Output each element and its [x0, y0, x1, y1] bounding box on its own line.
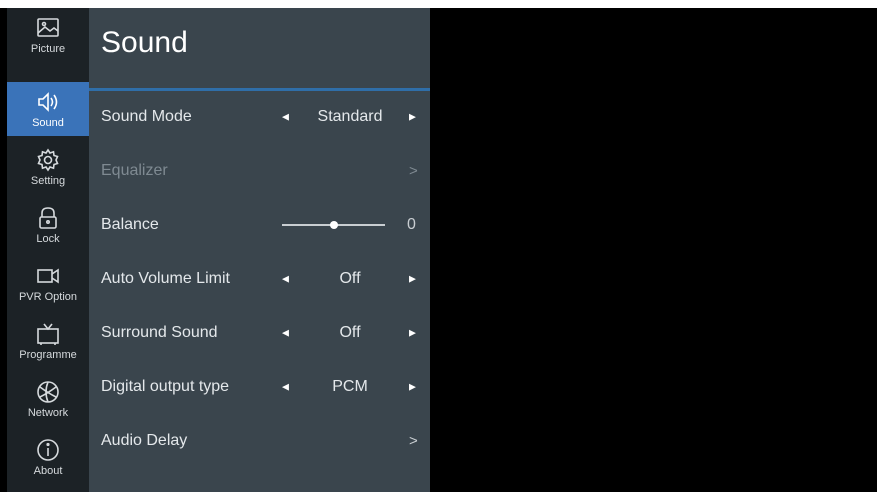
gear-icon	[37, 148, 59, 172]
row-value: Off	[339, 324, 361, 341]
sidebar-item-setting[interactable]: Setting	[7, 140, 89, 194]
tv-icon	[37, 323, 59, 345]
info-icon	[37, 439, 59, 461]
speaker-icon	[38, 92, 58, 112]
picture-icon	[37, 18, 59, 37]
sidebar-item-programme[interactable]: Programme	[7, 314, 89, 368]
arrow-left-icon[interactable]: ◀	[282, 274, 289, 285]
menu-row-balance[interactable]: Balance 0	[89, 198, 430, 252]
sidebar-item-label: PVR Option	[18, 291, 78, 303]
sidebar-item-label: Sound	[32, 117, 64, 129]
camera-icon	[37, 268, 59, 284]
arrow-right-icon[interactable]: ▶	[409, 382, 416, 393]
arrow-right-icon[interactable]: ▶	[409, 112, 416, 123]
arrow-left-icon[interactable]: ◀	[282, 382, 289, 393]
arrow-left-icon[interactable]: ◀	[282, 328, 289, 339]
arrow-right-icon[interactable]: ▶	[409, 328, 416, 339]
row-value: Off	[339, 270, 361, 287]
tv-screen: Picture Sound Setting Lock PVR Option Pr…	[0, 8, 877, 492]
row-value: Standard	[317, 108, 383, 125]
sidebar-item-label: Lock	[36, 233, 60, 245]
balance-slider[interactable]	[282, 221, 385, 229]
globe-icon	[37, 381, 59, 403]
sidebar-item-about[interactable]: About	[7, 430, 89, 484]
sidebar-item-pvr-option[interactable]: PVR Option	[7, 256, 89, 310]
row-label: Balance	[101, 216, 159, 233]
sidebar-item-label: Picture	[30, 43, 66, 55]
sidebar-item-label: Programme	[19, 349, 77, 361]
chevron-right-icon: >	[409, 432, 418, 450]
menu-row-equalizer[interactable]: Equalizer >	[89, 144, 430, 198]
menu-row-auto-volume-limit[interactable]: Auto Volume Limit ◀ Off ▶	[89, 252, 430, 306]
sidebar-item-label: Setting	[30, 175, 66, 187]
menu-row-digital-output-type[interactable]: Digital output type ◀ PCM ▶	[89, 360, 430, 414]
chevron-right-icon: >	[409, 162, 418, 180]
sidebar-item-sound[interactable]: Sound	[7, 82, 89, 136]
menu-row-audio-delay[interactable]: Audio Delay >	[89, 414, 430, 468]
row-label: Equalizer	[101, 162, 168, 179]
sidebar-item-label: Network	[27, 407, 69, 419]
sidebar-item-picture[interactable]: Picture	[7, 8, 89, 62]
row-value: PCM	[332, 378, 368, 395]
row-label: Audio Delay	[101, 432, 188, 449]
row-label: Digital output type	[101, 378, 230, 395]
sidebar-item-label: About	[33, 465, 63, 477]
row-value: 0	[407, 216, 416, 233]
sidebar-item-network[interactable]: Network	[7, 372, 89, 426]
arrow-left-icon[interactable]: ◀	[282, 112, 289, 123]
lock-icon	[39, 207, 57, 229]
sidebar-item-lock[interactable]: Lock	[7, 198, 89, 252]
menu-row-sound-mode[interactable]: Sound Mode ◀ Standard ▶	[89, 90, 430, 144]
row-label: Auto Volume Limit	[101, 270, 230, 287]
arrow-right-icon[interactable]: ▶	[409, 274, 416, 285]
sound-menu-panel: Sound Sound Mode ◀ Standard ▶ Equalizer …	[89, 8, 430, 492]
row-label: Surround Sound	[101, 324, 218, 341]
menu-row-surround-sound[interactable]: Surround Sound ◀ Off ▶	[89, 306, 430, 360]
slider-handle[interactable]	[329, 221, 338, 229]
page-title: Sound	[101, 26, 188, 59]
row-label: Sound Mode	[101, 108, 192, 125]
sidebar: Picture Sound Setting Lock PVR Option Pr…	[7, 8, 89, 492]
